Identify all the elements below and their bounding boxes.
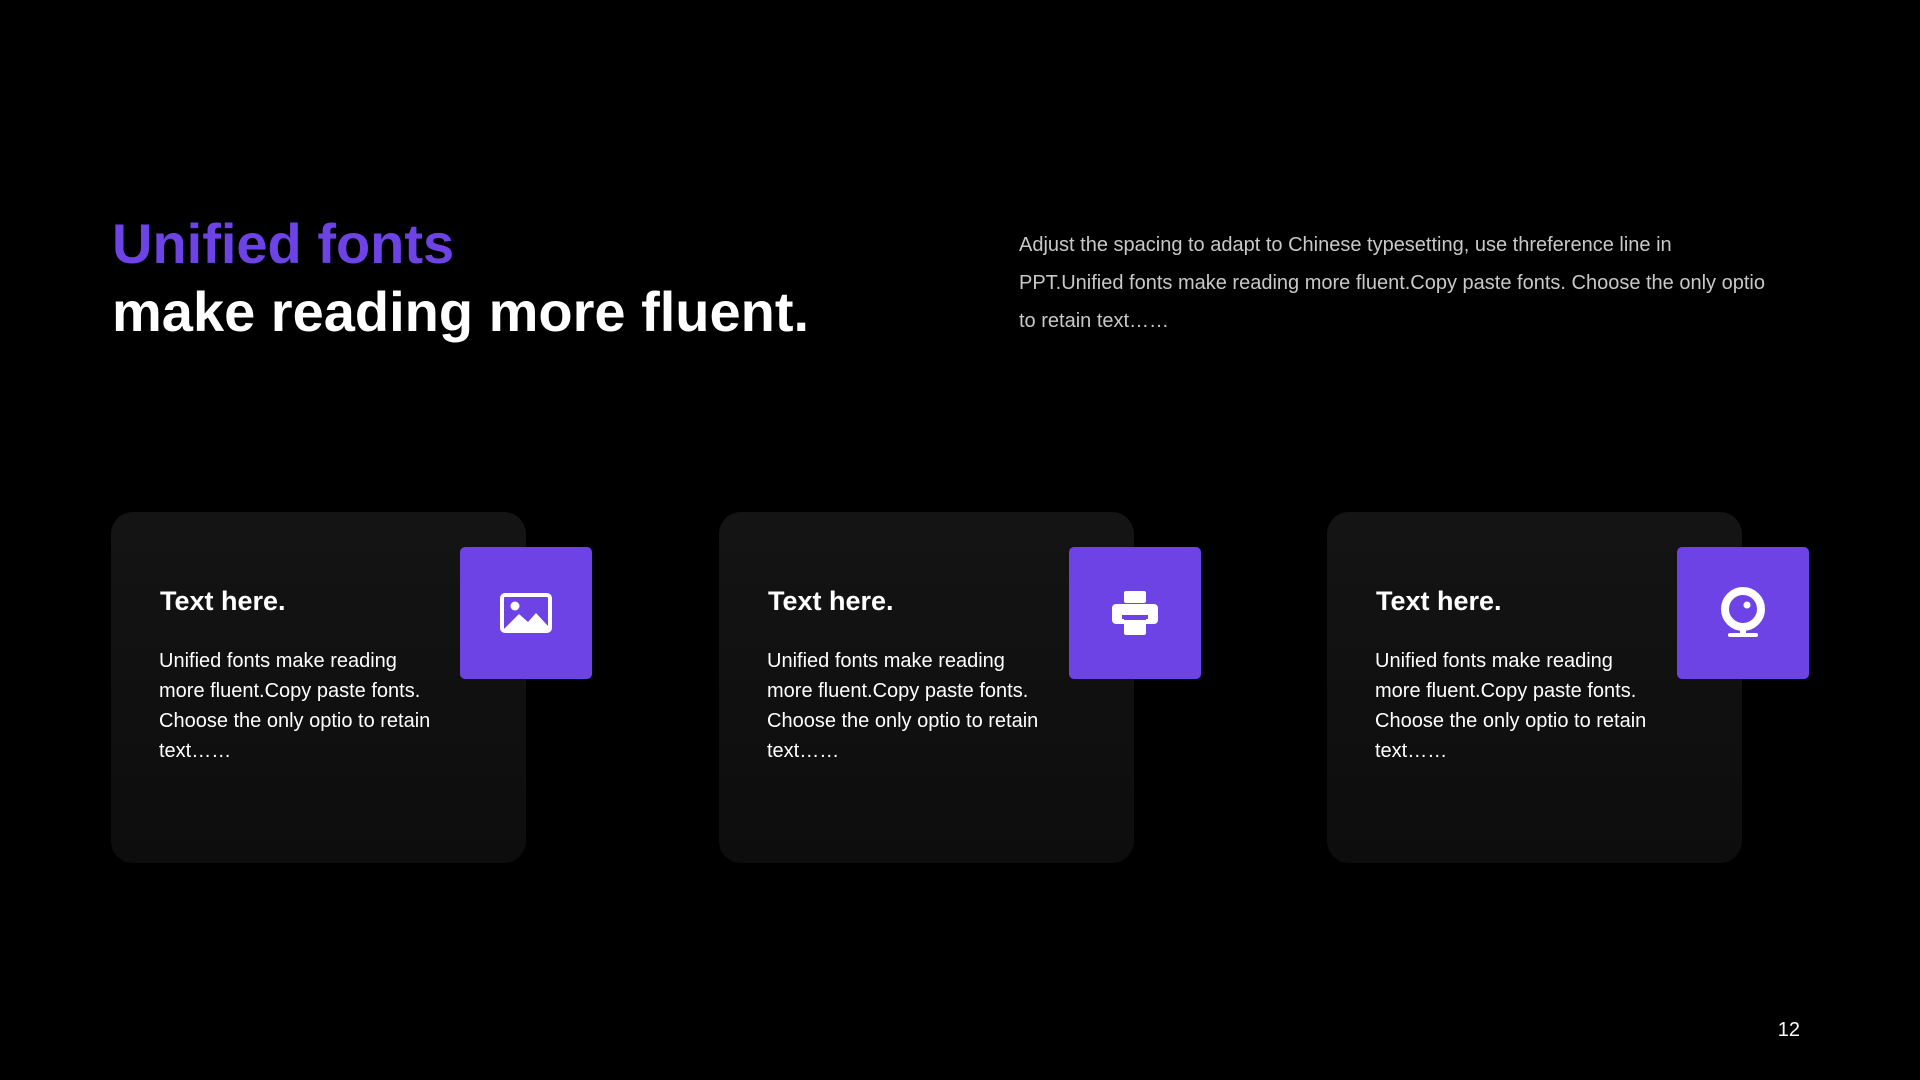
card-icon-box-3	[1677, 547, 1809, 679]
card-title: Text here.	[768, 586, 894, 616]
card-icon-box-1	[460, 547, 592, 679]
title-main: make reading more fluent.	[112, 280, 810, 343]
card-text: Unified fonts make reading more fluent.C…	[159, 650, 431, 762]
card-text: Unified fonts make reading more fluent.C…	[1375, 650, 1647, 762]
card-icon-box-2	[1069, 547, 1201, 679]
slide: Unified fonts make reading more fluent. …	[0, 0, 1920, 1080]
card-title: Text here.	[1376, 586, 1502, 616]
printer-icon	[1112, 591, 1158, 635]
intro-paragraph: Adjust the spacing to adapt to Chinese t…	[1019, 234, 1765, 332]
webcam-icon	[1721, 587, 1765, 637]
title-block: Unified fonts make reading more fluent.	[112, 210, 872, 346]
card-text: Unified fonts make reading more fluent.C…	[767, 650, 1039, 762]
image-icon	[500, 593, 552, 633]
page-number: 12	[1777, 1019, 1800, 1041]
card-title: Text here.	[160, 586, 286, 616]
title-accent: Unified fonts	[112, 212, 455, 275]
